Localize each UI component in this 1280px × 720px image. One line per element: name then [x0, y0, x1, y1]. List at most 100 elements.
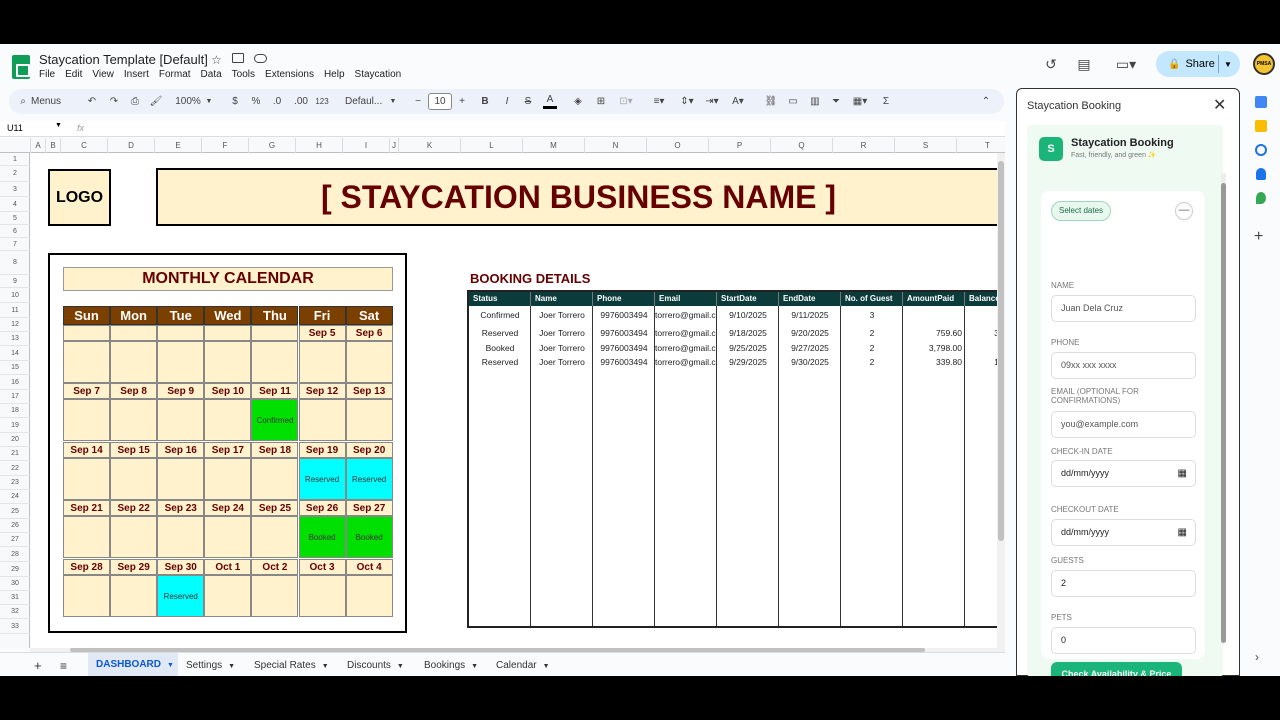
tab-calendar[interactable]: Calendar ▼ — [488, 658, 558, 676]
booking-cell[interactable]: 2 — [841, 357, 903, 367]
add-sheet-icon[interactable]: + — [34, 658, 42, 676]
menu-staycation[interactable]: Staycation — [355, 69, 402, 80]
print-icon[interactable]: ⎙ — [128, 89, 142, 114]
row-header-29[interactable]: 29 — [0, 562, 30, 577]
contacts-app-icon[interactable] — [1256, 168, 1266, 180]
calendar-date-cell[interactable]: Sep 23 — [157, 500, 205, 517]
avatar[interactable]: PMSA — [1253, 53, 1275, 75]
collapse-toolbar-icon[interactable]: ⌃ — [979, 89, 993, 114]
calendar-event[interactable]: Reserved — [157, 574, 205, 617]
calendar-date-cell[interactable]: Sep 28 — [63, 558, 111, 575]
menu-tools[interactable]: Tools — [232, 69, 255, 80]
calendar-day-cell[interactable] — [63, 516, 111, 559]
booking-cell[interactable]: 9976003494 — [593, 343, 655, 353]
paint-format-icon[interactable]: 🖌 — [149, 89, 163, 114]
booking-cell[interactable]: Reserved — [469, 357, 531, 367]
collapse-form-icon[interactable]: — — [1175, 202, 1193, 220]
row-header-15[interactable]: 15 — [0, 361, 30, 375]
booking-cell[interactable]: 9/20/2025 — [779, 328, 841, 338]
column-header-p[interactable]: P — [709, 138, 771, 153]
share-button[interactable]: 🔒 Share ▼ — [1156, 51, 1240, 77]
plus-icon[interactable]: + — [456, 89, 468, 114]
booking-column-header[interactable]: Status — [469, 292, 531, 306]
booking-cell[interactable]: torrero@gmail.c — [655, 328, 717, 338]
calendar-app-icon[interactable] — [1255, 96, 1267, 108]
calendar-day-cell[interactable] — [63, 341, 111, 383]
booking-column-header[interactable]: Email — [655, 292, 717, 306]
calendar-day-cell[interactable] — [63, 457, 111, 500]
menu-file[interactable]: File — [39, 69, 55, 80]
merge-cells-icon[interactable]: ⊡▾ — [616, 89, 636, 114]
tab-special-rates[interactable]: Special Rates ▼ — [246, 658, 339, 676]
tab-chevron-icon[interactable]: ▼ — [322, 663, 329, 670]
sheets-logo-icon[interactable] — [12, 55, 30, 79]
comments-icon[interactable]: ▤ — [1076, 56, 1092, 72]
row-header-14[interactable]: 14 — [0, 346, 30, 361]
all-sheets-icon[interactable]: ≡ — [60, 658, 67, 676]
booking-column-header[interactable]: Balance — [965, 292, 997, 306]
comment-icon[interactable]: ▭ — [786, 89, 800, 114]
document-title[interactable]: Staycation Template [Default] — [39, 52, 208, 67]
text-color-icon[interactable]: A — [543, 89, 557, 109]
row-header-17[interactable]: 17 — [0, 390, 30, 404]
row-header-6[interactable]: 6 — [0, 225, 30, 238]
row-header-7[interactable]: 7 — [0, 238, 30, 251]
calendar-date-cell[interactable]: Sep 5 — [298, 325, 346, 341]
calendar-day-cell[interactable] — [204, 341, 252, 383]
column-header-k[interactable]: K — [399, 138, 461, 153]
italic-icon[interactable]: I — [501, 89, 513, 114]
calendar-day-cell[interactable] — [63, 399, 111, 442]
booking-cell[interactable]: 9/25/2025 — [717, 343, 779, 353]
column-header-d[interactable]: D — [108, 138, 155, 153]
booking-cell[interactable]: 3,0 — [965, 328, 997, 338]
column-header-a[interactable]: A — [31, 138, 46, 153]
calendar-event[interactable]: Reserved — [345, 457, 393, 500]
booking-cell[interactable]: 3 — [841, 310, 903, 320]
font-select[interactable]: Defaul... — [345, 89, 387, 114]
expand-rail-icon[interactable]: › — [1255, 650, 1259, 664]
name-box-chevron-icon[interactable]: ▼ — [55, 122, 62, 129]
vertical-scrollbar[interactable] — [997, 153, 1005, 648]
checkout-date-input[interactable]: dd/mm/yyyy ▦ — [1051, 519, 1196, 546]
select-dates-chip[interactable]: Select dates — [1051, 201, 1111, 221]
name-box[interactable]: U11 — [7, 123, 23, 133]
booking-cell[interactable]: Confirmed — [469, 310, 531, 320]
menu-extensions[interactable]: Extensions — [265, 69, 314, 80]
booking-cell[interactable]: 9/18/2025 — [717, 328, 779, 338]
add-on-plus-icon[interactable]: + — [1254, 228, 1263, 246]
booking-cell[interactable]: Booked — [469, 343, 531, 353]
history-icon[interactable]: ↺ — [1043, 56, 1059, 72]
formula-input[interactable] — [92, 122, 992, 135]
close-icon[interactable]: ✕ — [1213, 95, 1226, 115]
calendar-day-cell[interactable] — [251, 341, 299, 383]
calendar-day-cell[interactable] — [204, 516, 252, 559]
select-all-corner[interactable] — [0, 138, 31, 153]
phone-input[interactable]: 09xx xxx xxxx — [1051, 352, 1196, 379]
calendar-date-cell[interactable]: Sep 25 — [251, 500, 299, 517]
booking-cell[interactable]: 9/11/2025 — [779, 310, 841, 320]
menu-format[interactable]: Format — [159, 69, 191, 80]
row-header-20[interactable]: 20 — [0, 433, 30, 447]
calendar-day-cell[interactable] — [204, 574, 252, 617]
filter-icon[interactable]: ⏷ — [829, 89, 843, 114]
calendar-date-cell[interactable]: Sep 11 — [251, 383, 299, 400]
calendar-date-cell[interactable]: Sep 26 — [298, 500, 346, 517]
move-folder-icon[interactable] — [232, 53, 244, 63]
calendar-day-cell[interactable] — [204, 399, 252, 442]
calendar-date-cell[interactable]: Sep 22 — [110, 500, 158, 517]
row-header-33[interactable]: 33 — [0, 619, 30, 634]
row-header-30[interactable]: 30 — [0, 577, 30, 591]
column-header-o[interactable]: O — [647, 138, 709, 153]
calendar-date-cell[interactable]: Oct 1 — [204, 558, 252, 575]
booking-column-header[interactable]: AmountPaid — [903, 292, 965, 306]
menu-edit[interactable]: Edit — [65, 69, 82, 80]
column-header-m[interactable]: M — [523, 138, 585, 153]
star-icon[interactable]: ☆ — [211, 53, 222, 67]
calendar-day-cell[interactable] — [63, 574, 111, 617]
calendar-event[interactable]: Booked — [345, 516, 393, 559]
booking-cell[interactable]: 3,798.00 — [903, 343, 965, 353]
tab-chevron-icon[interactable]: ▼ — [228, 663, 235, 670]
booking-cell[interactable]: Joer Torrero — [531, 357, 593, 367]
row-header-21[interactable]: 21 — [0, 447, 30, 461]
sheet-grid[interactable]: LOGO [ STAYCATION BUSINESS NAME ] MONTHL… — [31, 153, 997, 648]
